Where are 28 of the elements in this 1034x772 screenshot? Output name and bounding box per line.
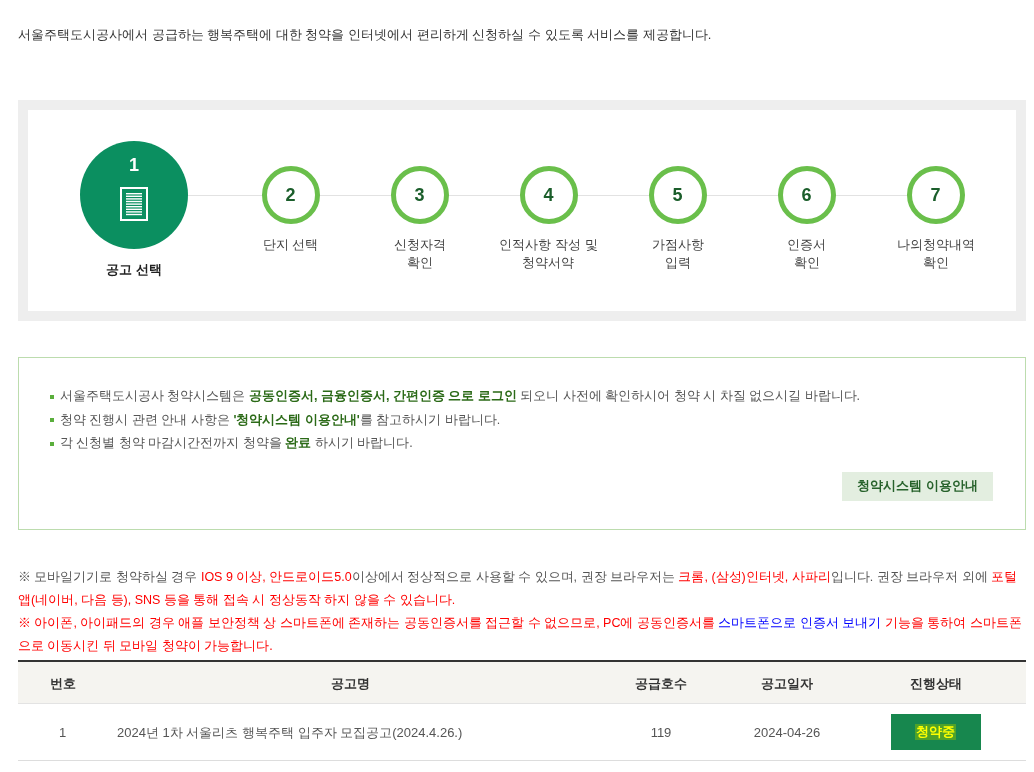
table-cell: 1	[58, 725, 67, 740]
step-label: 신청자격 확인	[393, 236, 446, 272]
bullet-icon	[50, 394, 54, 399]
document-icon	[120, 187, 148, 221]
step-label: 나의청약내역 확인	[896, 236, 975, 272]
table-cell: 2024-04-26	[753, 725, 821, 740]
intro-text: 서울주택도시공사에서 공급하는 행복주택에 대한 청약을 인터넷에서 편리하게 신청하실 수 있도록 서비스를 제공합니다.	[18, 26, 713, 44]
notice-text: 청약 진행시 관련 안내 사항은 '청약시스템 이용안내'를 참고하시기 바랍니다.	[60, 411, 501, 429]
column-header: 공고명	[330, 675, 370, 691]
step-label: 인증서 확인	[787, 236, 826, 272]
table-cell: 119	[650, 725, 672, 740]
notice-text: 서울주택도시공사 청약시스템은 공동인증서, 금융인증서, 간편인증 으로 로그인 되오니 사전에 확인하시어 청약 시 차질 없으시길 바랍니다.	[60, 388, 861, 406]
bullet-icon	[50, 441, 54, 446]
mobile-notice-text: ※ 아이폰, 아이패드의 경우 애플 보안정책 상 스마트폰에 존재하는 공동인증서를 접근할 수 없으므로, PC에 공동인증서를 스마트폰으로 인증서 보내기 기능을 통하여 스마트폰으로 이동시킨 뒤 모바일 청약이 가능합니다.	[18, 615, 1023, 655]
column-header: 공고일자	[761, 675, 813, 691]
step-label: 인적사항 작성 및 청약서약	[499, 236, 598, 272]
announcement-title: 2024년 1차 서울리츠 행복주택 입주자 모집공고(2024.4.26.)	[117, 725, 463, 740]
column-header: 번호	[49, 675, 76, 691]
step-label: 가점사항 입력	[651, 236, 704, 272]
mobile-notice-text: ※ 모바일기기로 청약하실 경우 IOS 9 이상, 안드로이드5.0이상에서 정상적으로 사용할 수 있으며, 권장 브라우저는 크롬, (삼성)인터넷, 사파리 입니다. 권장 브라우저 외에 포털앱(네이버, 다음 등), SNS 등을 통해 접속 시 정상동작 하지 않을 수 있습니다.	[18, 569, 1019, 609]
bullet-icon	[50, 418, 54, 423]
notice-text: 각 신청별 청약 마감시간전까지 청약을 완료 하시기 바랍니다.	[60, 435, 413, 453]
step-label: 단지 선택	[262, 236, 319, 254]
column-header: 공급호수	[635, 675, 687, 691]
step-number: 1	[129, 155, 139, 175]
system-guide-button[interactable]: 청약시스템 이용안내	[842, 471, 993, 501]
step-label: 공고 선택	[106, 261, 162, 279]
column-header: 진행상태	[909, 675, 962, 691]
